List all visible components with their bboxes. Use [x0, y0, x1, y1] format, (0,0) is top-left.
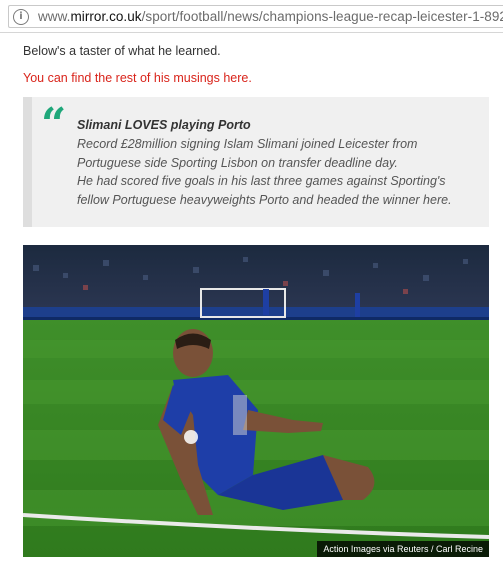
site-info-icon[interactable]: i: [13, 9, 29, 25]
url-host: mirror.co.uk: [70, 9, 142, 24]
url-path: /sport/football/news/champions-league-re…: [141, 9, 503, 24]
musings-link[interactable]: You can find the rest of his musings her…: [23, 71, 252, 85]
article-photo[interactable]: Action Images via Reuters / Carl Recine: [23, 245, 489, 557]
quote-line: Record £28million signing Islam Slimani …: [77, 137, 418, 151]
quote-body: Record £28million signing Islam Slimani …: [77, 135, 452, 210]
intro-text: Below's a taster of what he learned.: [23, 44, 221, 58]
url-prefix: www.: [38, 9, 71, 24]
quote-title: Slimani LOVES playing Porto: [77, 118, 251, 132]
browser-address-bar: i www.mirror.co.uk/sport/football/news/c…: [0, 0, 503, 33]
quote-line: He had scored five goals in his last thr…: [77, 174, 446, 189]
photo-caption: Action Images via Reuters / Carl Recine: [317, 541, 489, 557]
football-celebration-image: [23, 245, 489, 557]
quote-mark-icon: “: [41, 99, 67, 150]
url-text[interactable]: www.mirror.co.uk/sport/football/news/cha…: [38, 9, 503, 24]
quote-line: fellow Portuguese heavyweights Porto and…: [77, 193, 452, 208]
quote-line: Portuguese side Sporting Lisbon on trans…: [77, 155, 398, 170]
quote-left-bar: [23, 97, 32, 227]
quote-box: “ Slimani LOVES playing Porto Record £28…: [23, 97, 489, 227]
